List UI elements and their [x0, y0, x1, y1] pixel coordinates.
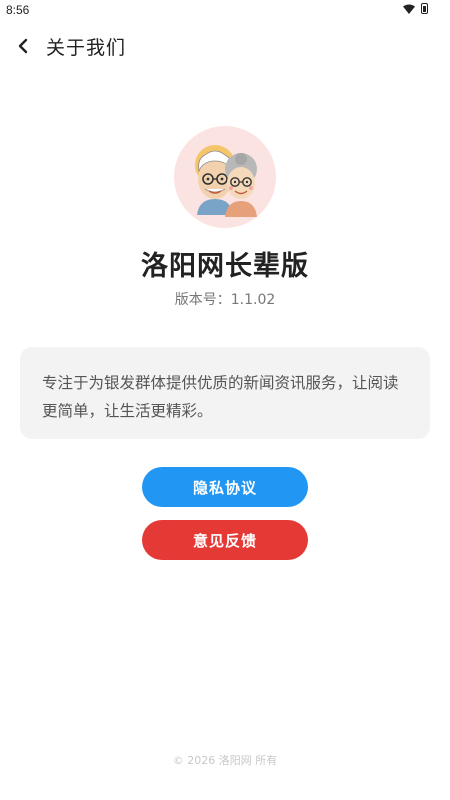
description-text: 专注于为银发群体提供优质的新闻资讯服务，让阅读更简单，让生活更精彩。 [42, 374, 399, 420]
app-bar: 关于我们 [0, 30, 450, 62]
elderly-couple-logo [195, 145, 257, 217]
status-icons [403, 3, 428, 14]
feedback-button[interactable]: 意见反馈 [142, 520, 308, 560]
description-card: 专注于为银发群体提供优质的新闻资讯服务，让阅读更简单，让生活更精彩。 [20, 347, 430, 439]
back-button[interactable] [12, 34, 34, 58]
status-time: 8:56 [6, 3, 30, 17]
version-label: 版本号：1.1.02 [174, 292, 276, 308]
wifi-icon [403, 4, 415, 14]
battery-icon [421, 3, 428, 14]
app-name: 洛阳网长辈版 [141, 251, 309, 282]
app-logo [174, 126, 276, 228]
page-title: 关于我们 [46, 37, 127, 59]
chevron-left-icon [18, 38, 28, 54]
copyright-footer: © 2026 洛阳网 所有 [172, 754, 278, 767]
status-bar: 8:56 [0, 0, 450, 22]
privacy-button[interactable]: 隐私协议 [142, 467, 308, 507]
